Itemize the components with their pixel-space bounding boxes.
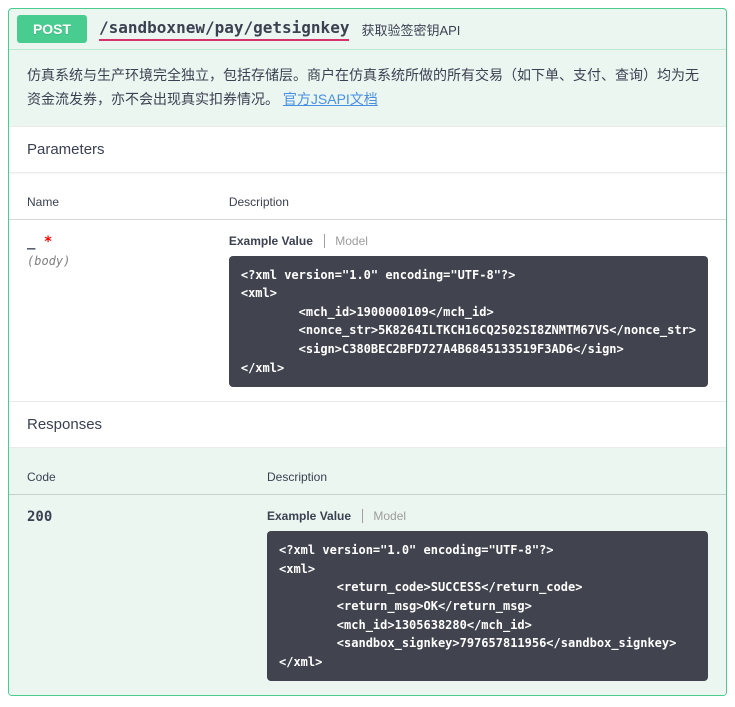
col-header-description-resp: Description [249,448,726,495]
parameter-row: _ * (body) Example Value Model <?xml ver… [9,219,726,401]
parameters-header: Parameters [9,127,726,173]
required-star: * [44,234,52,250]
response-example-code[interactable]: <?xml version="1.0" encoding="UTF-8"?> <… [267,531,708,681]
tab-model-resp[interactable]: Model [362,509,414,523]
response-row: 200 Example Value Model <?xml version="1… [9,495,726,696]
responses-section: Responses Code Description 200 [9,401,726,695]
tab-example-value[interactable]: Example Value [229,234,321,248]
param-name: _ [27,234,35,250]
operation-summary-row[interactable]: POST /sandboxnew/pay/getsignkey 获取验签密钥AP… [9,9,726,50]
operation-path: /sandboxnew/pay/getsignkey [99,18,349,41]
docs-link[interactable]: 官方JSAPI文档 [283,91,378,107]
http-method-badge: POST [17,15,87,43]
col-header-description: Description [211,173,726,220]
request-example-code[interactable]: <?xml version="1.0" encoding="UTF-8"?> <… [229,256,708,388]
col-header-code: Code [9,448,249,495]
parameters-table: Name Description _ * (body) Exam [9,173,726,402]
parameters-section: Parameters Name Description _ * (body) [9,126,726,402]
operation-block: POST /sandboxnew/pay/getsignkey 获取验签密钥AP… [8,8,727,696]
operation-description: 仿真系统与生产环境完全独立，包括存储层。商户在仿真系统所做的所有交易（如下单、支… [9,50,726,126]
tab-model[interactable]: Model [324,234,376,248]
response-code: 200 [27,509,231,525]
responses-header: Responses [9,402,726,448]
example-model-tabs-resp: Example Value Model [267,509,708,523]
example-model-tabs: Example Value Model [229,234,708,248]
responses-table: Code Description 200 Example Value Model [9,448,726,695]
param-in: (body) [27,254,193,268]
col-header-name: Name [9,173,211,220]
operation-summary-text: 获取验签密钥API [361,20,460,39]
tab-example-value-resp[interactable]: Example Value [267,509,359,523]
